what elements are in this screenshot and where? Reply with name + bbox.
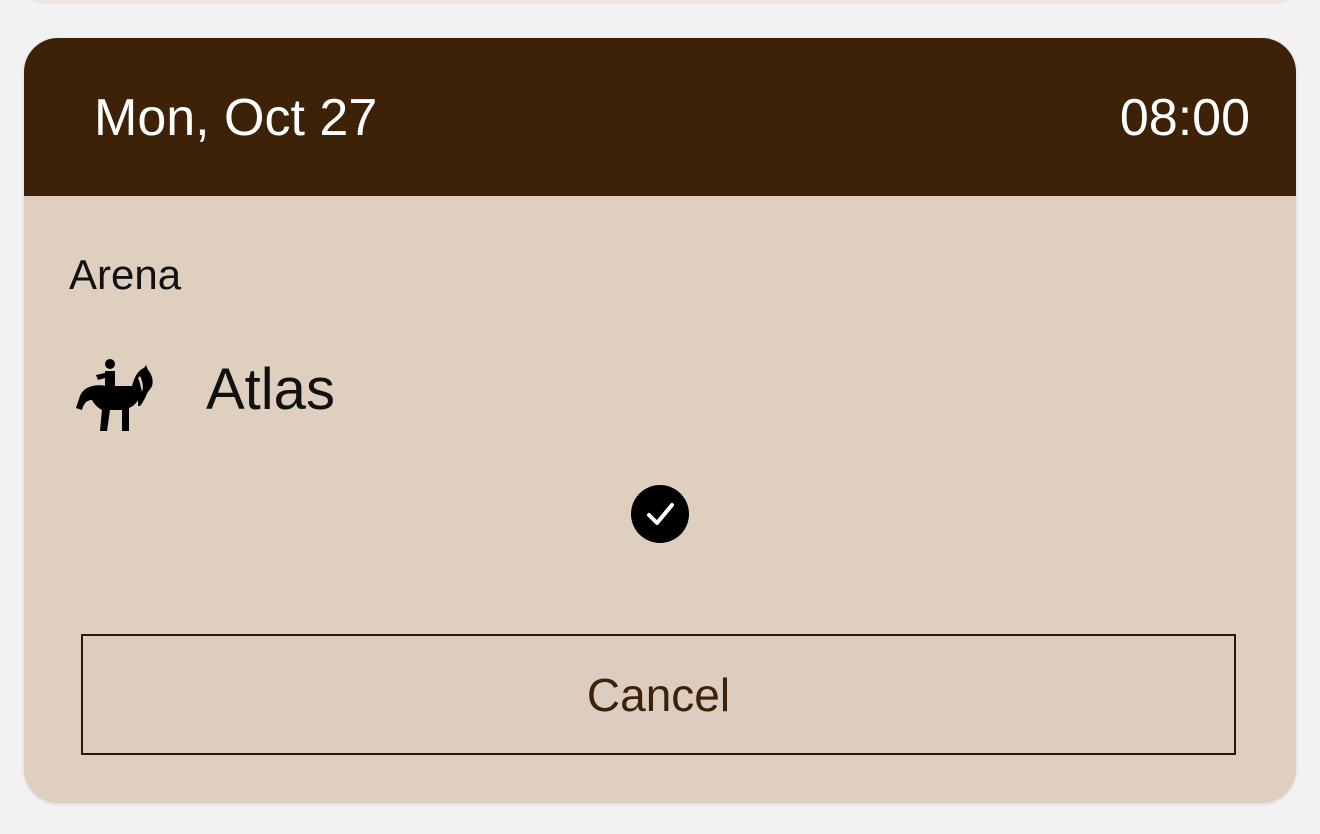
previous-card-edge	[24, 0, 1296, 2]
booking-time: 08:00	[1119, 89, 1250, 147]
cancel-button[interactable]: Cancel	[81, 634, 1236, 755]
equestrian-icon	[74, 356, 154, 436]
booking-card: Mon, Oct 27 08:00 Arena Atlas Cancel	[24, 38, 1296, 803]
booking-date: Mon, Oct 27	[94, 89, 378, 147]
horse-name: Atlas	[206, 357, 335, 422]
booking-card-header: Mon, Oct 27 08:00	[24, 38, 1296, 196]
check-circle-icon	[630, 484, 690, 544]
booking-location: Arena	[69, 251, 182, 298]
